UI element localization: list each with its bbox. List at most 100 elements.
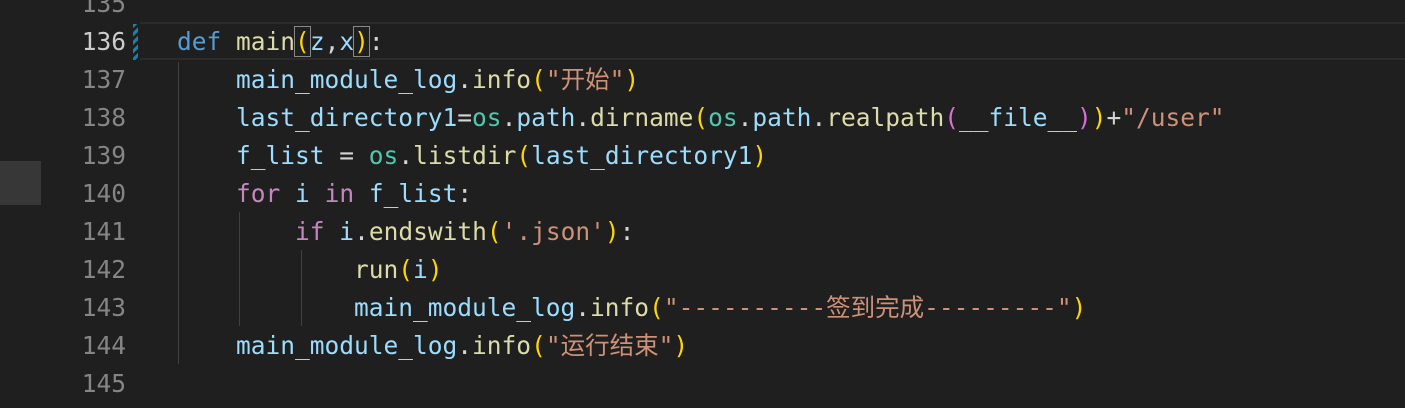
code-token: = — [457, 103, 473, 132]
code-text[interactable]: main_module_log.info("运行结束") — [177, 327, 688, 365]
code-text[interactable]: for i in f_list: — [177, 175, 472, 213]
code-token: . — [457, 331, 473, 360]
code-text[interactable]: main_module_log.info("----------签到完成----… — [177, 289, 1086, 327]
code-token: def — [177, 27, 222, 56]
code-token: main_module_log — [354, 293, 576, 322]
code-token: last_directory1 — [531, 141, 753, 170]
code-token: endswith — [368, 217, 487, 246]
code-token: "----------签到完成---------" — [663, 293, 1072, 322]
line-number: 136 — [81, 27, 126, 56]
code-token: in — [324, 179, 355, 208]
code-token: os — [472, 103, 502, 132]
line-number: 137 — [81, 65, 126, 94]
code-line[interactable]: 144 main_module_log.info("运行结束") — [0, 327, 1405, 365]
code-line[interactable]: 140 for i in f_list: — [0, 175, 1405, 213]
code-line[interactable]: 137 main_module_log.info("开始") — [0, 61, 1405, 99]
line-number: 140 — [81, 179, 126, 208]
code-token: ( — [531, 331, 546, 360]
code-token: ) — [1091, 103, 1107, 132]
code-line[interactable]: 136 def main(z,x): — [0, 23, 1405, 61]
code-token: info — [472, 65, 532, 94]
line-number: 145 — [81, 369, 126, 398]
code-token: , — [324, 27, 340, 56]
code-text[interactable]: main_module_log.info("开始") — [177, 61, 639, 99]
code-token: ( — [294, 26, 311, 57]
code-token: ) — [1077, 103, 1092, 132]
code-text[interactable]: if i.endswith('.json'): — [177, 213, 634, 251]
code-token: i — [339, 217, 355, 246]
code-token: run — [354, 255, 399, 284]
code-token: __file__ — [958, 103, 1077, 132]
code-token: ) — [604, 217, 620, 246]
code-text[interactable]: def main(z,x): — [177, 23, 384, 61]
code-token: i — [295, 179, 310, 208]
code-token: ) — [752, 141, 768, 170]
code-token: f_list — [368, 179, 458, 208]
code-token: ( — [693, 103, 709, 132]
code-token: ) — [427, 255, 443, 284]
code-line[interactable]: 139 f_list = os.listdir(last_directory1) — [0, 137, 1405, 175]
code-token: . — [811, 103, 827, 132]
code-line[interactable]: 143 main_module_log.info("----------签到完成… — [0, 289, 1405, 327]
code-line[interactable]: 142 run(i) — [0, 251, 1405, 289]
code-token: i — [413, 255, 428, 284]
code-token: ( — [531, 65, 546, 94]
code-token: + — [1106, 103, 1122, 132]
code-line[interactable]: 141 if i.endswith('.json'): — [0, 213, 1405, 251]
code-token: os — [368, 141, 399, 170]
line-number: 139 — [81, 141, 126, 170]
code-token: ( — [944, 103, 959, 132]
code-token: realpath — [826, 103, 945, 132]
code-text[interactable]: f_list = os.listdir(last_directory1) — [177, 137, 767, 175]
code-token: ( — [398, 255, 414, 284]
code-token: main_module_log — [236, 65, 458, 94]
code-token: = — [324, 141, 369, 170]
code-line[interactable]: 135 — [0, 0, 1405, 23]
code-token: main — [236, 27, 296, 56]
code-token: ) — [673, 331, 689, 360]
code-token: . — [457, 65, 473, 94]
code-token: ) — [1071, 293, 1087, 322]
code-line[interactable]: 145 — [0, 365, 1405, 403]
code-token: . — [575, 103, 591, 132]
code-token: . — [737, 103, 753, 132]
code-token: if — [295, 217, 325, 246]
code-text[interactable]: run(i) — [177, 251, 443, 289]
line-number: 141 — [81, 217, 126, 246]
code-token: : — [619, 217, 635, 246]
code-token: : — [457, 179, 473, 208]
line-number: 135 — [81, 0, 126, 18]
line-number: 143 — [81, 293, 126, 322]
code-token: ) — [624, 65, 640, 94]
code-token: path — [752, 103, 812, 132]
code-token: info — [472, 331, 532, 360]
code-token: "/user" — [1121, 103, 1225, 132]
code-line[interactable]: 138 last_directory1=os.path.dirname(os.p… — [0, 99, 1405, 137]
line-number: 138 — [81, 103, 126, 132]
code-token: ( — [649, 293, 664, 322]
line-number: 144 — [81, 331, 126, 360]
code-token: os — [708, 103, 738, 132]
line-number: 142 — [81, 255, 126, 284]
code-token: ( — [486, 217, 502, 246]
code-token: main_module_log — [236, 331, 458, 360]
code-token: "开始" — [545, 65, 625, 94]
code-token: "运行结束" — [545, 331, 674, 360]
code-token: ) — [353, 26, 370, 57]
code-token: . — [575, 293, 591, 322]
code-token: . — [354, 217, 369, 246]
code-token: '.json' — [501, 217, 605, 246]
code-editor[interactable]: 135 136 def main(z,x): 137 main_module_log.… — [0, 0, 1405, 408]
code-text[interactable]: last_directory1=os.path.dirname(os.path.… — [177, 99, 1225, 137]
code-token: info — [590, 293, 650, 322]
code-token: z — [309, 27, 325, 56]
